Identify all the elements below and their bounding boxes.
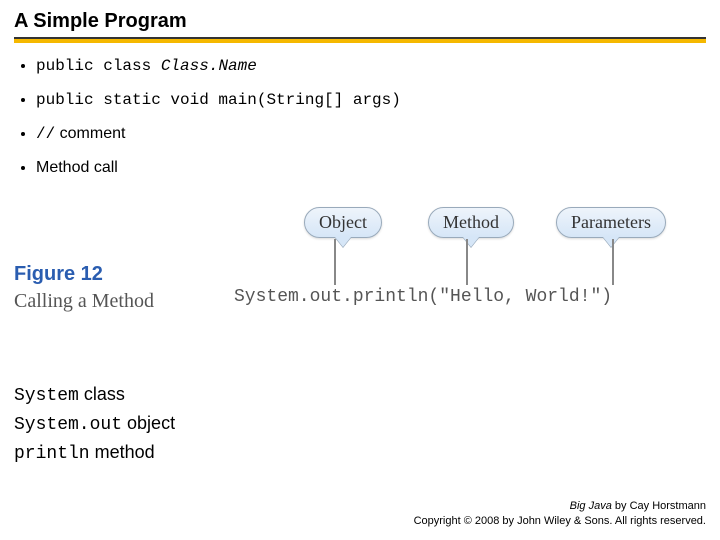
bullet-list: public class Class.Name public static vo… [14,57,706,177]
accent-bar [14,39,706,43]
summary-line-system: System class [14,381,706,410]
summary-line-println: println method [14,439,706,468]
callout-object: Object [304,207,382,238]
code-classname: Class.Name [161,57,257,75]
code-text: System.out [14,415,122,435]
callout-parameters: Parameters [556,207,666,238]
footer-author: by Cay Horstmann [612,500,706,512]
footer-copyright: Copyright © 2008 by John Wiley & Sons. A… [414,514,706,528]
connector-line-icon [466,239,468,285]
slide-title: A Simple Program [14,10,706,39]
figure-label: Figure 12 Calling a Method [14,263,214,313]
bullet-item-method-call: Method call [36,159,706,177]
code-text: println [14,444,90,464]
summary-line-systemout: System.out object [14,410,706,439]
plain-text: object [122,413,175,433]
footer: Big Java by Cay Horstmann Copyright © 20… [414,499,706,528]
callout-tail-icon [335,237,351,247]
figure-diagram: Figure 12 Calling a Method Object Method… [14,193,706,363]
bullet-item-main: public static void main(String[] args) [36,91,706,109]
figure-caption: Calling a Method [14,290,214,313]
callout-tail-icon [603,237,619,247]
footer-line-1: Big Java by Cay Horstmann [414,499,706,513]
callout-method: Method [428,207,514,238]
callout-label: Method [443,212,499,232]
figure-number: Figure 12 [14,263,214,286]
bullet-item-comment: // comment [36,125,706,143]
footer-book-title: Big Java [570,500,612,512]
plain-text: Method call [36,159,118,176]
plain-text: comment [55,125,125,142]
code-text: // [36,125,55,143]
bullet-item-class: public class Class.Name [36,57,706,75]
plain-text: method [90,442,155,462]
callout-label: Object [319,212,367,232]
connector-line-icon [334,239,336,285]
code-text: public static void main(String[] args) [36,91,401,109]
connector-line-icon [612,239,614,285]
callout-label: Parameters [571,212,651,232]
code-text: public class [36,57,161,75]
code-text: System [14,386,79,406]
summary-block: System class System.out object println m… [14,381,706,468]
plain-text: class [79,384,125,404]
figure-code-line: System.out.println("Hello, World!") [234,287,612,307]
